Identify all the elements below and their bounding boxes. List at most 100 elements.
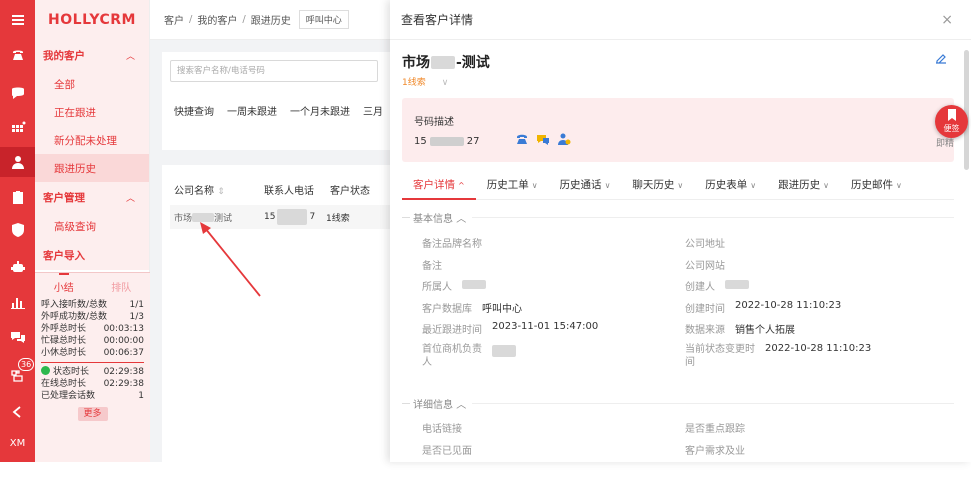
collapse-icon[interactable]: [0, 397, 35, 427]
tab-queue[interactable]: 排队: [111, 279, 131, 294]
field-owner: 所属人: [422, 278, 486, 293]
field-met: 是否已见面: [422, 446, 472, 457]
nav-section-customer-import[interactable]: 客户导入: [35, 240, 149, 270]
customer-table: 公司名称 ⇕ 联系人电话 客户状态 市场 测试 15 7 1线索: [162, 165, 390, 462]
cell-status: 1线索: [326, 213, 350, 224]
detail-tabs: 客户详情 ^ 历史工单 ∨ 历史通话 ∨ 聊天历史 ∨ 历史表单 ∨ 跟进历史 ∨ 历史邮件…: [402, 172, 954, 200]
redacted-mask: [192, 212, 215, 222]
bar-chart-icon[interactable]: [0, 287, 35, 317]
close-icon[interactable]: ×: [941, 12, 953, 28]
customer-name: 市场 -测试: [402, 55, 490, 71]
chevron-up-icon: ︿: [125, 194, 135, 204]
drawer-header: 查看客户详情 ×: [390, 0, 971, 40]
nav-item-new-assigned[interactable]: 新分配未处理: [35, 126, 149, 154]
redacted-mask: [462, 280, 486, 289]
sticky-note-button[interactable]: 便签: [935, 105, 968, 138]
chevron-down-icon: ∨: [750, 181, 757, 190]
clipboard-icon[interactable]: [0, 182, 35, 212]
shield-icon[interactable]: [0, 215, 35, 245]
field-last-follow-time: 最近跟进时间 2023-11-01 15:47:00: [422, 321, 599, 336]
sort-icon[interactable]: ⇕: [217, 187, 225, 197]
summary-row: 呼入接听数/总数 1/1: [41, 300, 144, 310]
bookmark-icon: [947, 109, 956, 121]
field-create-time: 创建时间 2022-10-28 11:10:23: [685, 300, 842, 315]
breadcrumb-item[interactable]: 我的客户: [197, 12, 237, 27]
summary-row: 小休总时长 00:06:37: [41, 348, 144, 358]
icon-rail: 36 XM: [0, 0, 35, 462]
tab-chat-history[interactable]: 聊天历史 ∨: [621, 172, 694, 200]
col-header-company: 公司名称 ⇕: [174, 186, 225, 197]
summary-row: 状态时长 02:29:38: [35, 366, 150, 378]
customer-icon[interactable]: [0, 147, 35, 177]
cell-phone: 15 7: [264, 209, 326, 225]
online-status-icon: [41, 366, 50, 375]
tab-customer-detail[interactable]: 客户详情 ^: [402, 172, 476, 200]
field-first-opportunity-owner: 首位商机负责人: [422, 343, 516, 369]
section-detail-info[interactable]: 详细信息 ︿: [402, 396, 954, 411]
nav-section-customer-mgmt[interactable]: 客户管理 ︿: [35, 182, 149, 212]
sms-icon[interactable]: [536, 132, 550, 146]
tab-history-tickets[interactable]: 历史工单 ∨: [476, 172, 549, 200]
tab-history-forms[interactable]: 历史表单 ∨: [694, 172, 767, 200]
agent-summary-panel: 小结 排队 呼入接听数/总数 1/1 外呼成功数/总数 1/3 外呼总时长 00:03…: [35, 272, 150, 462]
redacted-mask: [725, 280, 749, 289]
more-button[interactable]: 更多: [77, 407, 108, 421]
nav-section-my-customers[interactable]: 我的客户 ︿: [35, 40, 149, 70]
main-content: 搜索客户名称/电话号码 快捷查询 一周未跟进 一个月未跟进 三月 公司名称 ⇕ …: [150, 40, 390, 462]
message-bubbles-icon[interactable]: [0, 322, 35, 352]
phone-icon[interactable]: [0, 40, 35, 70]
tab-history-calls[interactable]: 历史通话 ∨: [549, 172, 622, 200]
apps-grid-icon[interactable]: [0, 113, 35, 143]
nav-item-advanced-query[interactable]: 高级查询: [35, 212, 149, 240]
contact-icon[interactable]: [557, 132, 571, 146]
breadcrumb-item[interactable]: 客户: [164, 12, 184, 27]
field-key-tracking: 是否重点跟踪: [685, 424, 745, 435]
quick-filter-month[interactable]: 一个月未跟进: [290, 103, 350, 118]
chevron-down-icon: ∨: [441, 78, 449, 88]
menu-icon[interactable]: [0, 5, 35, 35]
field-status-change-time: 当前状态变更时间 2022-10-28 11:10:23: [685, 343, 872, 368]
chevron-down-icon: ∨: [604, 181, 611, 190]
field-customer-needs: 客户需求及业: [685, 446, 745, 457]
summary-row: 外呼成功数/总数 1/3: [41, 312, 144, 322]
divider: [41, 362, 144, 363]
chevron-down-icon: ∨: [677, 181, 684, 190]
chat-icon[interactable]: [0, 78, 35, 108]
field-data-source: 数据来源 销售个人拓展: [685, 325, 795, 336]
app-brand: HOLLYCRM: [35, 0, 149, 40]
robot-icon[interactable]: [0, 252, 35, 282]
nav-item-all[interactable]: 全部: [35, 70, 149, 98]
breadcrumb-item: 跟进历史: [250, 16, 291, 27]
edit-icon[interactable]: [935, 52, 947, 64]
section-basic-info[interactable]: 基本信息 ︿: [402, 210, 954, 225]
search-input[interactable]: 搜索客户名称/电话号码: [170, 60, 378, 82]
redacted-mask: [277, 209, 308, 225]
field-brand-note: 备注品牌名称: [422, 239, 482, 250]
summary-row: 在线总时长 02:29:38: [41, 379, 144, 389]
user-initials[interactable]: XM: [0, 428, 35, 458]
tasks-icon[interactable]: 36: [0, 358, 35, 390]
call-icon[interactable]: [515, 132, 529, 146]
tab-summary[interactable]: 小结: [54, 279, 74, 294]
channel-chip[interactable]: 呼叫中心: [298, 10, 349, 29]
chevron-up-icon: ︿: [456, 400, 467, 411]
col-header-status: 客户状态: [330, 186, 370, 197]
tab-follow-history[interactable]: 跟进历史 ∨: [767, 172, 840, 200]
phone-number: 15 27: [414, 136, 480, 147]
phone-desc-label: 号码描述: [414, 117, 454, 128]
summary-row: 外呼总时长 00:03:13: [41, 324, 144, 334]
tab-history-emails[interactable]: 历史邮件 ∨: [840, 172, 913, 200]
field-company-website: 公司网站: [685, 261, 725, 272]
summary-row: 已处理会话数 1: [41, 391, 144, 401]
annotation-arrow-icon: [200, 222, 261, 297]
redacted-mask: [492, 345, 516, 357]
lead-status-dropdown[interactable]: 1线索 ∨: [402, 75, 448, 88]
nav-item-following[interactable]: 正在跟进: [35, 98, 149, 126]
quick-filter-week[interactable]: 一周未跟进: [227, 103, 277, 118]
nav-item-follow-history[interactable]: 跟进历史: [35, 154, 149, 182]
field-customer-db: 客户数据库 呼叫中心: [422, 304, 522, 315]
quick-filter-three-months[interactable]: 三月: [363, 103, 383, 118]
chevron-down-icon: ∨: [823, 181, 829, 190]
chevron-down-icon: ∨: [531, 181, 538, 190]
redacted-mask: [429, 137, 464, 146]
